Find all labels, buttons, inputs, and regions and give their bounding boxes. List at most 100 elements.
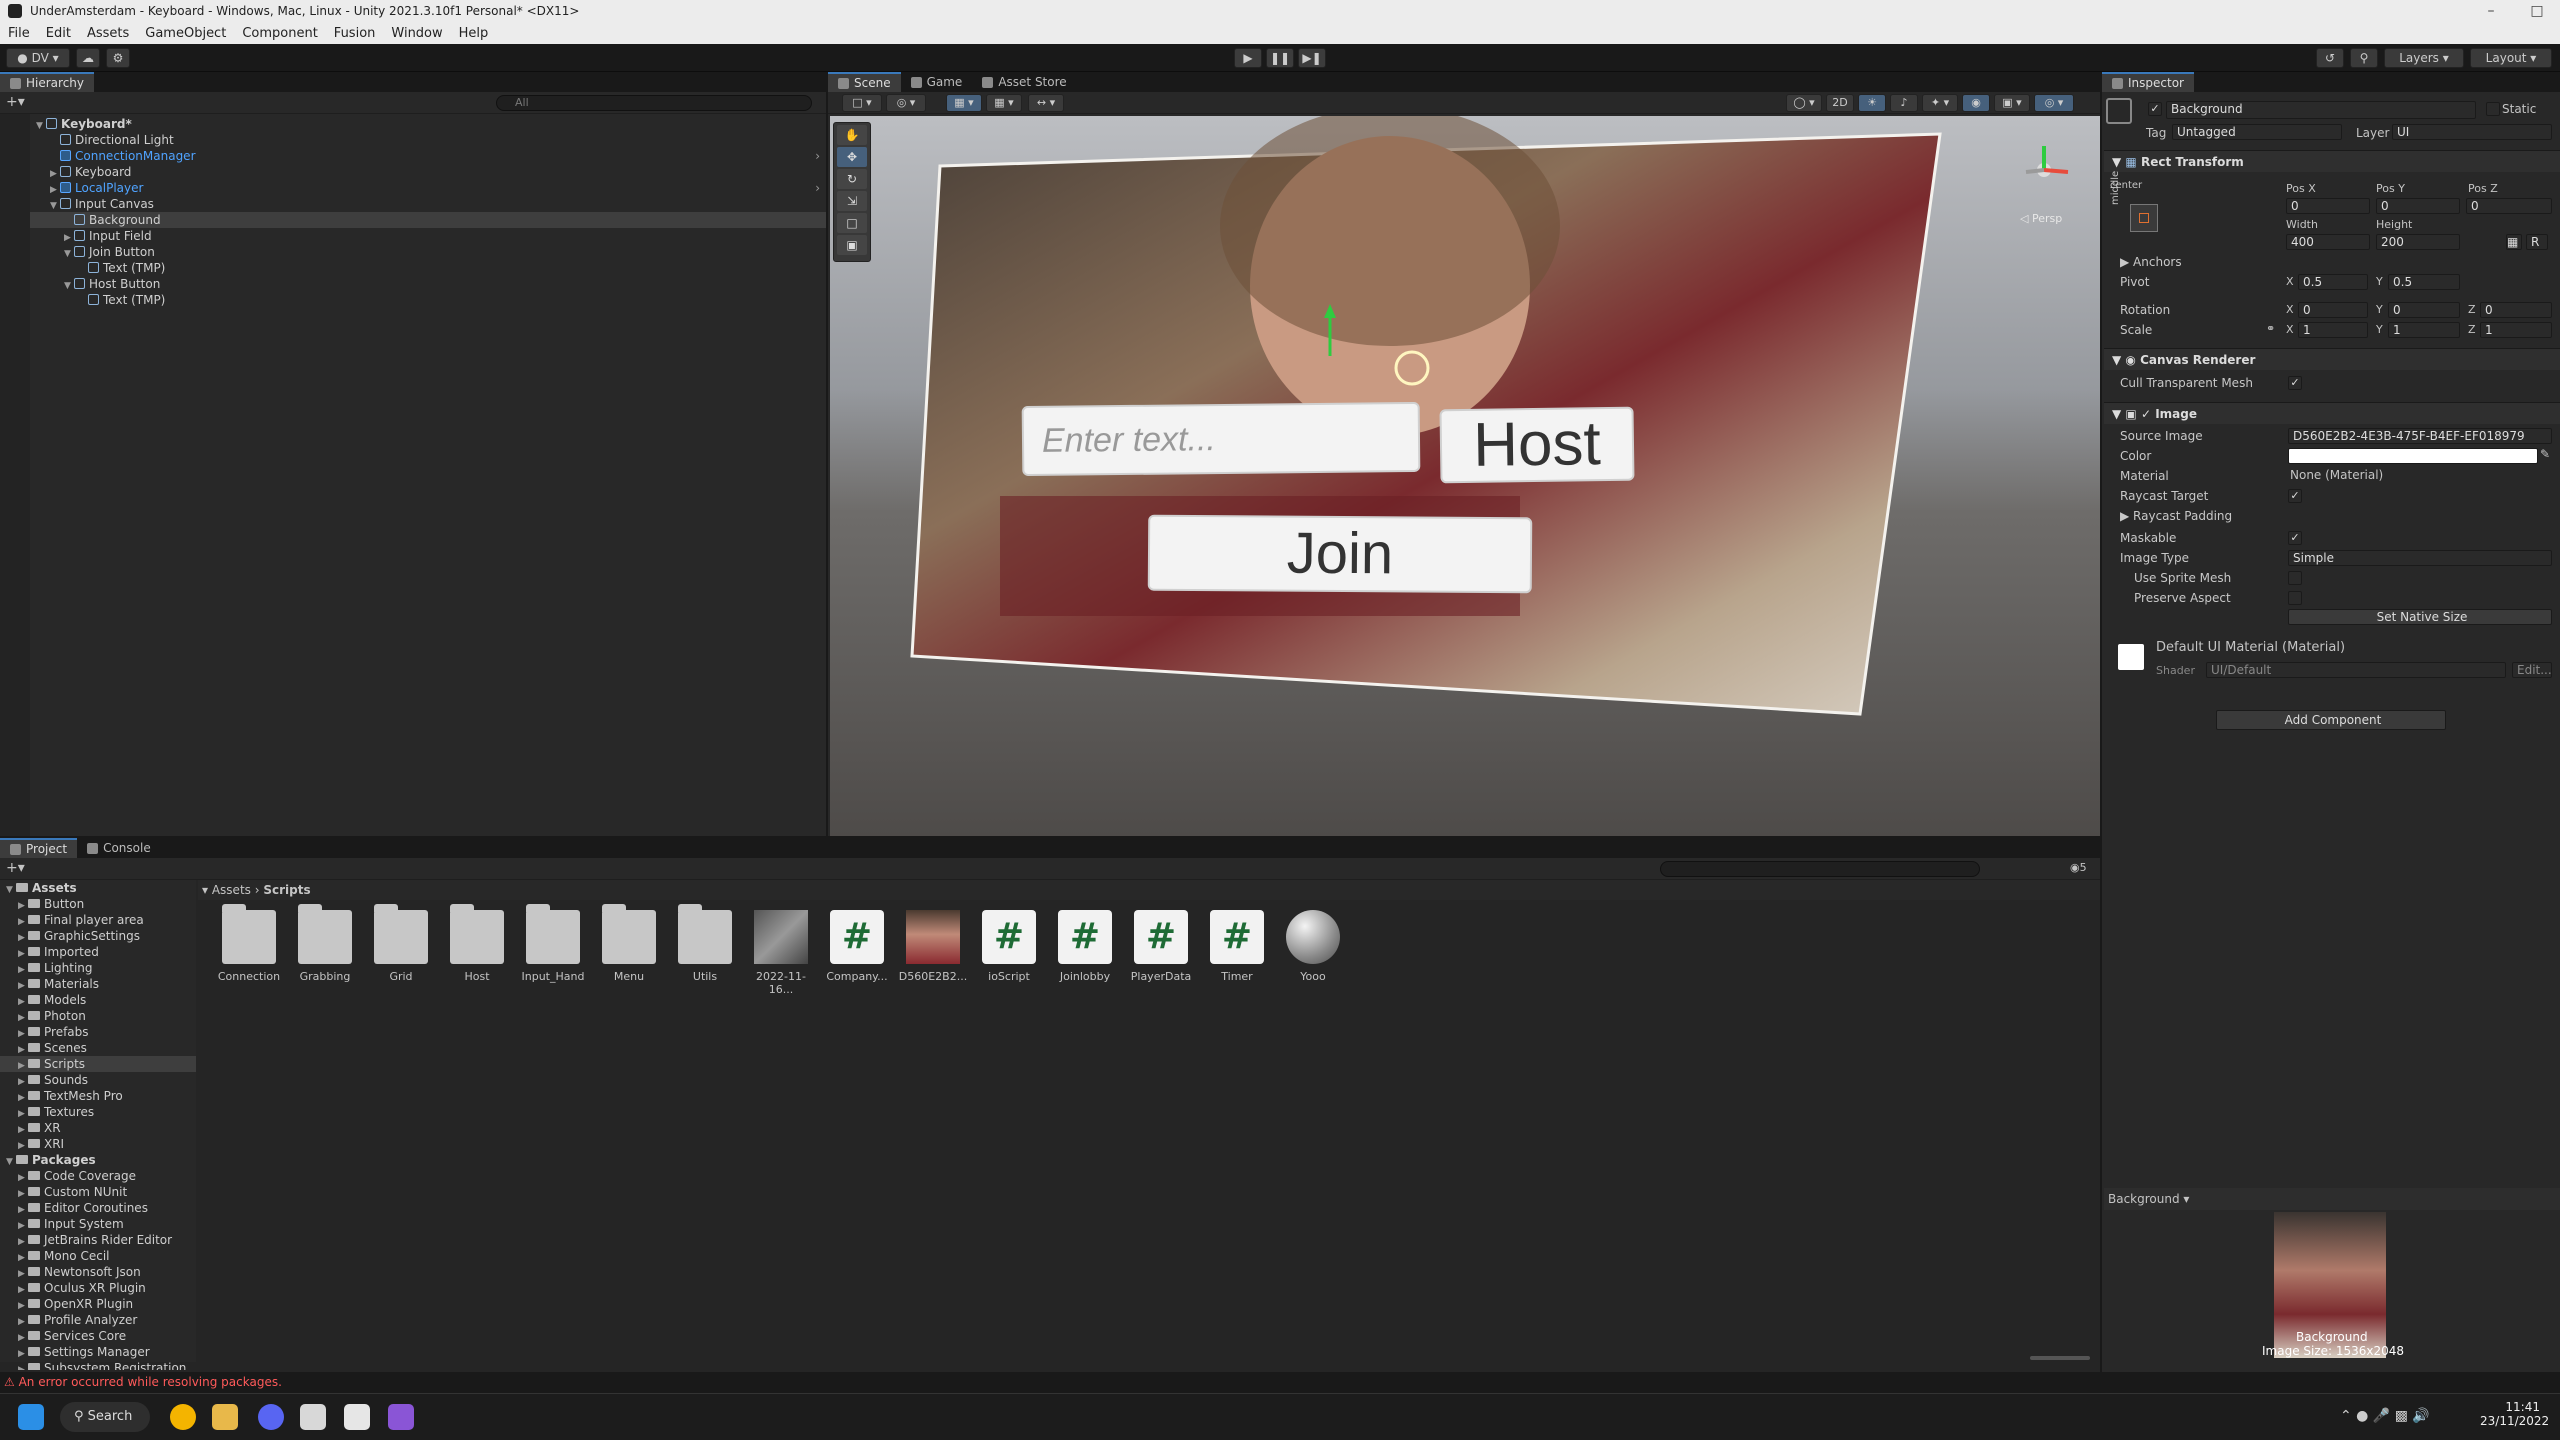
asset-item[interactable]: # PlayerData bbox=[1124, 910, 1198, 983]
asset-item[interactable]: Input_Hand bbox=[516, 904, 590, 983]
create-icon[interactable]: +▾ bbox=[6, 860, 25, 876]
taskbar-search[interactable]: ⚲ Search bbox=[60, 1402, 150, 1432]
tree-item[interactable]: ▶ Code Coverage bbox=[0, 1168, 196, 1184]
hierarchy-row[interactable]: Text (TMP) bbox=[0, 260, 826, 276]
asset-item[interactable]: Host bbox=[440, 904, 514, 983]
tree-item[interactable]: ▶ Imported bbox=[0, 944, 196, 960]
pivot-x-field[interactable]: 0.5 bbox=[2298, 274, 2368, 290]
tree-item[interactable]: ▶ XRI bbox=[0, 1136, 196, 1152]
status-bar[interactable]: ⚠ An error occurred while resolving pack… bbox=[0, 1372, 2560, 1393]
maskable-checkbox[interactable]: ✓ bbox=[2288, 531, 2302, 545]
tree-item[interactable]: ▶ JetBrains Rider Editor bbox=[0, 1232, 196, 1248]
host-button-overlay[interactable]: Host bbox=[1439, 406, 1635, 484]
add-icon[interactable]: +▾ bbox=[6, 94, 25, 110]
preview-dropdown[interactable]: Background ▾ bbox=[2104, 1192, 2189, 1206]
file-explorer-icon[interactable] bbox=[212, 1404, 238, 1430]
toggle-2d[interactable]: 2D bbox=[1826, 94, 1854, 112]
hierarchy-row[interactable]: Text (TMP) bbox=[0, 292, 826, 308]
link-icon[interactable]: ⚭ bbox=[2266, 322, 2275, 335]
hierarchy-row[interactable]: ▼ Input Canvas bbox=[0, 196, 826, 212]
search-icon[interactable]: ⚲ bbox=[2350, 48, 2378, 68]
menu-gameobject[interactable]: GameObject bbox=[137, 26, 234, 41]
history-icon[interactable]: ↺ bbox=[2316, 48, 2344, 68]
transform-tool-icon[interactable]: ▣ bbox=[837, 235, 867, 255]
windows-start-icon[interactable] bbox=[18, 1404, 44, 1430]
tree-item[interactable]: ▶ TextMesh Pro bbox=[0, 1088, 196, 1104]
tree-item[interactable]: ▶ Input System bbox=[0, 1216, 196, 1232]
hierarchy-row[interactable]: ▶ Input Field bbox=[0, 228, 826, 244]
layers-dropdown[interactable]: Layers ▾ bbox=[2384, 48, 2464, 68]
tree-item[interactable]: ▶ Newtonsoft Json bbox=[0, 1264, 196, 1280]
cull-checkbox[interactable]: ✓ bbox=[2288, 376, 2302, 390]
canvas-renderer-header[interactable]: ▼ ◉ Canvas Renderer bbox=[2104, 348, 2560, 370]
shading-dropdown[interactable]: ◎ ▾ bbox=[886, 94, 926, 112]
active-checkbox[interactable]: ✓ bbox=[2148, 102, 2162, 116]
pivot-y-field[interactable]: 0.5 bbox=[2388, 274, 2460, 290]
hidden-count-badge[interactable]: ◉5 bbox=[2070, 861, 2087, 874]
tree-item[interactable]: ▶ Settings Manager bbox=[0, 1344, 196, 1360]
posy-field[interactable]: 0 bbox=[2376, 198, 2460, 214]
asset-item[interactable]: Yooo bbox=[1276, 910, 1350, 983]
tree-item[interactable]: ▶ Textures bbox=[0, 1104, 196, 1120]
height-field[interactable]: 200 bbox=[2376, 234, 2460, 250]
width-field[interactable]: 400 bbox=[2286, 234, 2370, 250]
tab-inspector[interactable]: Inspector bbox=[2102, 72, 2194, 92]
hierarchy-row[interactable]: ▼ Host Button bbox=[0, 276, 826, 292]
maximize-icon[interactable]: □ bbox=[2514, 0, 2560, 22]
chrome-icon[interactable] bbox=[170, 1404, 196, 1430]
posx-field[interactable]: 0 bbox=[2286, 198, 2370, 214]
asset-item[interactable]: Menu bbox=[592, 904, 666, 983]
tree-item[interactable]: ▶ Oculus XR Plugin bbox=[0, 1280, 196, 1296]
tree-item[interactable]: ▶ Materials bbox=[0, 976, 196, 992]
tab-project[interactable]: Project bbox=[0, 838, 78, 858]
scale-x-field[interactable]: 1 bbox=[2298, 322, 2368, 338]
source-image-field[interactable]: D560E2B2-4E3B-475F-B4EF-EF018979 bbox=[2288, 428, 2552, 444]
menu-component[interactable]: Component bbox=[234, 26, 325, 41]
hierarchy-row[interactable]: ▶ LocalPlayer › bbox=[0, 180, 826, 196]
asset-item[interactable]: # Company... bbox=[820, 910, 894, 983]
tab-scene[interactable]: Scene bbox=[828, 72, 901, 92]
tree-item[interactable]: ▶ Editor Coroutines bbox=[0, 1200, 196, 1216]
menu-file[interactable]: File bbox=[0, 26, 38, 41]
tab-game[interactable]: Game bbox=[901, 72, 973, 92]
tree-item[interactable]: ▶ XR bbox=[0, 1120, 196, 1136]
asset-item[interactable]: # Timer bbox=[1200, 910, 1274, 983]
asset-item[interactable]: Grabbing bbox=[288, 904, 362, 983]
tree-item[interactable]: ▶ Sounds bbox=[0, 1072, 196, 1088]
tree-item[interactable]: ▶ Scenes bbox=[0, 1040, 196, 1056]
minimize-icon[interactable]: – bbox=[2468, 0, 2514, 22]
shader-dropdown[interactable]: UI/Default bbox=[2206, 662, 2506, 678]
tree-item[interactable]: ▶ Scripts bbox=[0, 1056, 196, 1072]
scene-viewport[interactable]: Enter text... Host Join ◁ Persp bbox=[830, 116, 2100, 836]
tree-item[interactable]: ▶ Services Core bbox=[0, 1328, 196, 1344]
tree-item[interactable]: ▼ Assets bbox=[0, 880, 196, 896]
material-field[interactable]: None (Material) bbox=[2290, 468, 2383, 482]
tree-item[interactable]: ▶ Photon bbox=[0, 1008, 196, 1024]
tree-item[interactable]: ▶ Prefabs bbox=[0, 1024, 196, 1040]
raycast-padding-row[interactable]: ▶ Raycast Padding bbox=[2120, 506, 2232, 526]
tree-item[interactable]: ▶ OpenXR Plugin bbox=[0, 1296, 196, 1312]
visual-studio-icon[interactable] bbox=[388, 1404, 414, 1430]
rect-transform-header[interactable]: ▼ ▦ Rect Transform bbox=[2104, 150, 2560, 172]
hierarchy-row-scene[interactable]: ▼ Keyboard* bbox=[0, 116, 826, 132]
scale-y-field[interactable]: 1 bbox=[2388, 322, 2460, 338]
hierarchy-search-input[interactable]: All bbox=[496, 95, 812, 111]
clock[interactable]: 11:41 23/11/2022 bbox=[2480, 1400, 2549, 1428]
collab-icon[interactable]: ⚙ bbox=[106, 48, 130, 68]
tree-item[interactable]: ▶ GraphicSettings bbox=[0, 928, 196, 944]
persp-label[interactable]: ◁ Persp bbox=[2020, 212, 2062, 225]
pause-button[interactable]: ❚❚ bbox=[1266, 48, 1294, 68]
asset-item[interactable]: 2022-11-16... bbox=[744, 910, 818, 996]
asset-item[interactable]: Utils bbox=[668, 904, 742, 983]
render-toggle[interactable]: ◯ ▾ bbox=[1786, 94, 1822, 112]
color-swatch[interactable] bbox=[2288, 448, 2538, 464]
tab-hierarchy[interactable]: Hierarchy bbox=[0, 72, 95, 92]
eyedropper-icon[interactable]: ✎ bbox=[2540, 447, 2550, 461]
asset-item[interactable]: # ioScript bbox=[972, 910, 1046, 983]
anchor-preset-button[interactable] bbox=[2130, 204, 2158, 232]
lighting-toggle[interactable]: ☀ bbox=[1858, 94, 1886, 112]
use-sprite-mesh-checkbox[interactable] bbox=[2288, 571, 2302, 585]
zoom-slider[interactable] bbox=[2030, 1356, 2090, 1360]
tree-item[interactable]: ▶ Button bbox=[0, 896, 196, 912]
asset-item[interactable]: # Joinlobby bbox=[1048, 910, 1122, 983]
